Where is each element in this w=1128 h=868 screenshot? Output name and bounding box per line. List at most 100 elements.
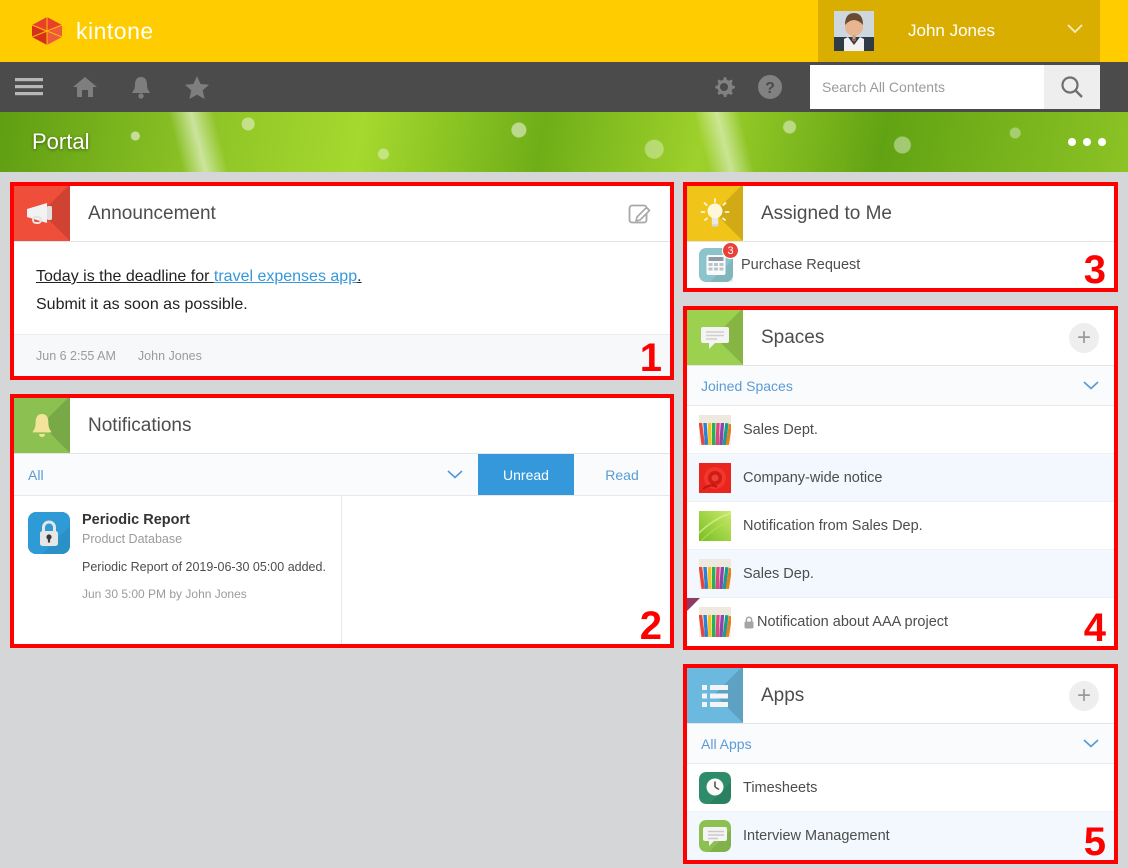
list-item[interactable]: Interview Management: [687, 812, 1114, 860]
star-icon[interactable]: [182, 72, 212, 102]
announcement-header: Announcement: [14, 186, 670, 242]
assigned-portlet-annotated: Assigned to Me: [683, 182, 1118, 292]
annotation-number-1: 1: [640, 338, 662, 378]
notifications-filter-select[interactable]: All: [14, 454, 478, 495]
chat-app-icon: [699, 820, 731, 852]
notification-text: Periodic Report Product Database Periodi…: [82, 512, 327, 630]
brand-name: kintone: [76, 18, 154, 45]
announcement-edit-button[interactable]: [610, 186, 670, 241]
annotation-number-2: 2: [640, 606, 662, 646]
chevron-down-icon: [1082, 378, 1100, 394]
calculator-app-icon: 3: [699, 248, 733, 282]
search-button[interactable]: [1044, 65, 1100, 109]
nav-bar: ?: [0, 62, 1128, 112]
notification-item[interactable]: Periodic Report Product Database Periodi…: [14, 496, 342, 644]
notifications-header-spacer: [610, 398, 670, 453]
spaces-portlet-annotated: Spaces + Joined Spaces: [683, 306, 1118, 650]
nav-right-group: ?: [710, 62, 1100, 112]
green-leaf-thumbnail: [699, 511, 731, 541]
bell-icon[interactable]: [126, 72, 156, 102]
notifications-header: Notifications: [14, 398, 670, 454]
portal-content: Announcement: [0, 172, 1128, 868]
assigned-item[interactable]: 3 Purchase Request: [687, 242, 1114, 288]
avatar: [834, 11, 874, 51]
chevron-down-icon: [1082, 736, 1100, 752]
annotation-number-4: 4: [1084, 608, 1106, 648]
list-item[interactable]: Sales Dep.: [687, 550, 1114, 598]
pencils-thumbnail: [699, 559, 731, 589]
announcement-line-1: Today is the deadline for travel expense…: [36, 268, 648, 286]
announcement-line1-prefix: Today is the deadline for: [36, 268, 214, 285]
left-column: Announcement: [10, 182, 674, 662]
top-bar: kintone John Jones: [0, 0, 1128, 62]
notifications-title: Notifications: [70, 398, 610, 453]
ellipsis-icon[interactable]: [1068, 138, 1106, 146]
announcement-author: John Jones: [138, 349, 202, 363]
list-item-label: Sales Dep.: [743, 566, 814, 582]
portal-page: kintone John Jones: [0, 0, 1128, 868]
lock-icon: [743, 616, 755, 629]
clock-app-icon: [699, 772, 731, 804]
notifications-portlet: Notifications All Unread Read: [14, 398, 670, 644]
apps-group-label: All Apps: [701, 736, 752, 752]
edit-pencil-icon: [628, 202, 652, 226]
apps-group-header[interactable]: All Apps: [687, 724, 1114, 764]
notification-meta: Jun 30 5:00 PM by John Jones: [82, 587, 327, 601]
announcement-portlet-annotated: Announcement: [10, 182, 674, 380]
announcement-timestamp: Jun 6 2:55 AM: [36, 349, 116, 363]
list-item-label: Timesheets: [743, 780, 817, 796]
announcement-portlet: Announcement: [14, 186, 670, 376]
list-item-label: Sales Dept.: [743, 422, 818, 438]
apps-header: Apps +: [687, 668, 1114, 724]
search-bar: [810, 65, 1100, 109]
list-item[interactable]: Company-wide notice: [687, 454, 1114, 502]
speech-bubble-icon: [687, 310, 743, 365]
plus-icon: +: [1069, 681, 1099, 711]
apps-title: Apps: [743, 668, 1054, 723]
chevron-down-icon: [1066, 22, 1084, 40]
chevron-down-icon: [446, 467, 464, 483]
portal-banner: Portal: [0, 112, 1128, 172]
spaces-add-button[interactable]: +: [1054, 310, 1114, 365]
spaces-group-header[interactable]: Joined Spaces: [687, 366, 1114, 406]
list-item[interactable]: Sales Dept.: [687, 406, 1114, 454]
travel-expenses-app-link[interactable]: travel expenses app: [214, 268, 357, 285]
list-item[interactable]: Timesheets: [687, 764, 1114, 812]
spaces-portlet: Spaces + Joined Spaces: [687, 310, 1114, 646]
red-rose-thumbnail: [699, 463, 731, 493]
list-item[interactable]: Notification about AAA project: [687, 598, 1114, 646]
megaphone-icon: [14, 186, 70, 241]
lightbulb-icon: [687, 186, 743, 241]
annotation-number-5: 5: [1084, 822, 1106, 862]
user-menu[interactable]: John Jones: [818, 0, 1100, 62]
hamburger-menu-icon[interactable]: [14, 72, 44, 102]
announcement-line1-suffix: .: [357, 268, 361, 285]
right-column: Assigned to Me: [683, 182, 1118, 864]
assigned-header: Assigned to Me: [687, 186, 1114, 242]
question-mark-icon[interactable]: ?: [756, 73, 784, 101]
list-icon: [687, 668, 743, 723]
notification-detail-pane: [342, 496, 670, 644]
lock-app-icon: [28, 512, 70, 554]
pencils-thumbnail: [699, 415, 731, 445]
tab-unread[interactable]: Unread: [478, 454, 574, 495]
page-title: Portal: [32, 129, 89, 155]
svg-text:?: ?: [765, 80, 775, 97]
announcement-line-2: Submit it as soon as possible.: [36, 296, 648, 314]
announcement-title: Announcement: [70, 186, 610, 241]
list-item-label-private: Notification about AAA project: [743, 614, 948, 630]
pencils-thumbnail: [699, 607, 731, 637]
tab-read[interactable]: Read: [574, 454, 670, 495]
list-item-label: Company-wide notice: [743, 470, 882, 486]
brand-logo[interactable]: kintone: [30, 16, 154, 46]
annotation-number-3: 3: [1084, 250, 1106, 290]
notifications-portlet-annotated: Notifications All Unread Read: [10, 394, 674, 648]
apps-add-button[interactable]: +: [1054, 668, 1114, 723]
notification-title: Periodic Report: [82, 512, 327, 528]
home-icon[interactable]: [70, 72, 100, 102]
spaces-header: Spaces +: [687, 310, 1114, 366]
gear-icon[interactable]: [710, 73, 738, 101]
search-input[interactable]: [810, 65, 1044, 109]
list-item[interactable]: Notification from Sales Dep.: [687, 502, 1114, 550]
notifications-filter-label: All: [28, 467, 44, 483]
